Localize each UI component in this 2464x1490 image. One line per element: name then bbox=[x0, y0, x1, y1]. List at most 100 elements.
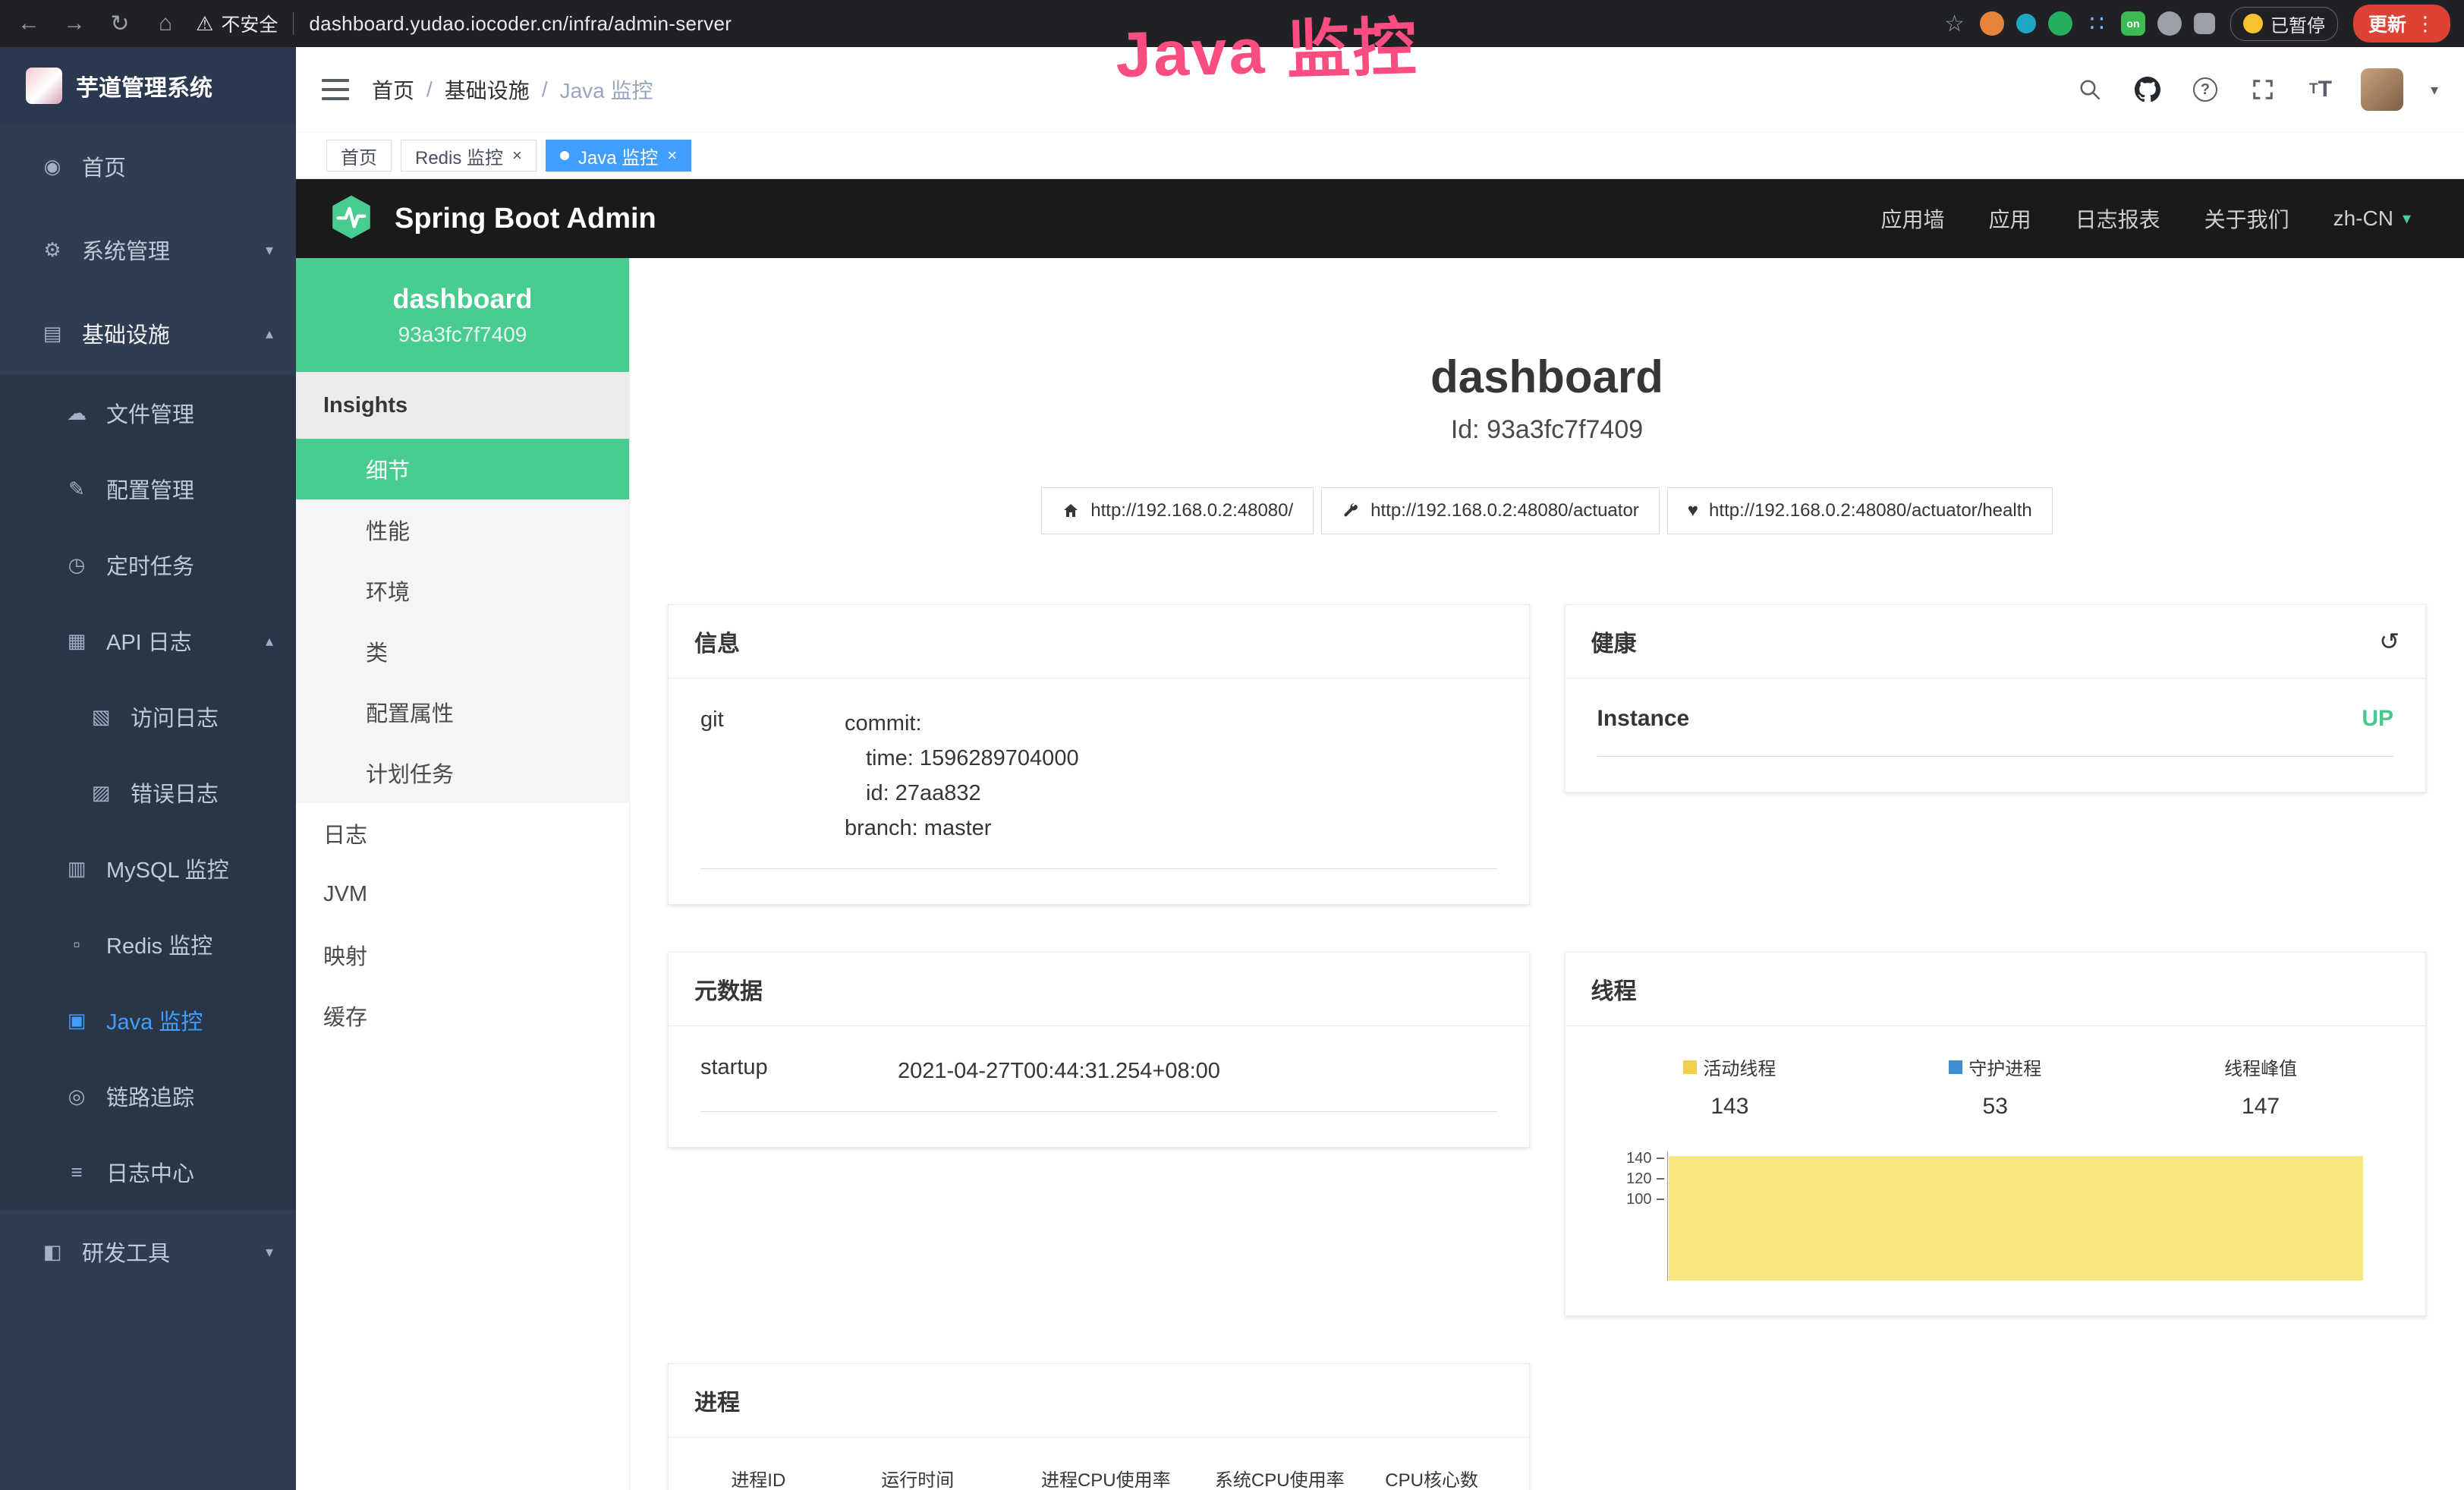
wrench-icon bbox=[1342, 502, 1360, 520]
breadcrumb-home[interactable]: 首页 bbox=[372, 74, 414, 105]
forward-icon[interactable]: → bbox=[59, 11, 90, 36]
sidebar-item-link-tracing[interactable]: ◎ 链路追踪 bbox=[0, 1058, 296, 1134]
site-security-chip[interactable]: ⚠ 不安全 bbox=[196, 10, 278, 37]
sba-menu-details[interactable]: 细节 bbox=[296, 439, 629, 499]
health-card: 健康 ↺ Instance UP bbox=[1565, 604, 2427, 792]
bookmark-star-icon[interactable]: ☆ bbox=[1944, 11, 1965, 37]
sidebar-item-infrastructure[interactable]: ▤ 基础设施 ▴ bbox=[0, 291, 296, 375]
sba-menu-metrics[interactable]: 性能 bbox=[296, 499, 629, 560]
eye-icon: ◎ bbox=[64, 1085, 90, 1108]
instance-link-actuator[interactable]: http://192.168.0.2:48080/actuator bbox=[1321, 487, 1660, 534]
search-icon[interactable] bbox=[2072, 72, 2107, 107]
tab-home[interactable]: 首页 bbox=[326, 140, 392, 172]
user-avatar[interactable] bbox=[2361, 68, 2403, 111]
sba-menu-beans[interactable]: 类 bbox=[296, 621, 629, 682]
layers-icon: ▫ bbox=[64, 933, 90, 956]
close-icon[interactable]: × bbox=[512, 147, 522, 164]
extensions-puzzle-icon[interactable] bbox=[2194, 13, 2215, 34]
tab-redis-monitor[interactable]: Redis 监控 × bbox=[401, 140, 537, 172]
app-header: 首页 / 基础设施 / Java 监控 ? TT ▾ bbox=[296, 47, 2464, 132]
card-title: 健康 bbox=[1591, 625, 1637, 658]
sba-menu-logging[interactable]: 日志 bbox=[296, 803, 629, 864]
database-icon: ▥ bbox=[64, 857, 90, 880]
threads-legend: 活动线程 143 守护进程 53 线程峰值 147 bbox=[1597, 1054, 2394, 1120]
process-table: 进程ID 5261 运行时间 6d 23h 15m 59s 进程CPU使用率 0… bbox=[700, 1465, 1497, 1490]
sba-nav-wall[interactable]: 应用墙 bbox=[1881, 203, 1945, 234]
app-logo[interactable]: 芋道管理系统 bbox=[0, 47, 296, 124]
link-url: http://192.168.0.2:48080/ bbox=[1090, 500, 1293, 521]
fullscreen-icon[interactable] bbox=[2245, 72, 2280, 107]
sidebar-item-access-logs[interactable]: ▧ 访问日志 bbox=[0, 679, 296, 754]
home-icon[interactable]: ⌂ bbox=[150, 11, 181, 36]
sba-menu-mappings[interactable]: 映射 bbox=[296, 925, 629, 985]
help-icon[interactable]: ? bbox=[2188, 72, 2223, 107]
sidebar-item-label: API 日志 bbox=[106, 625, 192, 657]
sba-menu-config-properties[interactable]: 配置属性 bbox=[296, 682, 629, 742]
sidebar-item-log-center[interactable]: ≡ 日志中心 bbox=[0, 1134, 296, 1210]
tab-java-monitor[interactable]: Java 监控 × bbox=[546, 140, 691, 172]
hamburger-icon[interactable] bbox=[322, 79, 349, 100]
sba-locale-select[interactable]: zh-CN ▾ bbox=[2333, 206, 2411, 231]
menu-kebab-icon[interactable]: ⋮ bbox=[2415, 12, 2435, 36]
extensions-row: ∷ on bbox=[1980, 11, 2215, 36]
chrome-update-button[interactable]: 更新 ⋮ bbox=[2353, 5, 2450, 43]
toolbox-icon: ◧ bbox=[39, 1240, 65, 1264]
sidebar-item-label: 错误日志 bbox=[131, 777, 219, 808]
y-tick-label: 120 bbox=[1626, 1170, 1651, 1188]
sidebar-item-file-management[interactable]: ☁ 文件管理 bbox=[0, 375, 296, 451]
page-subtitle: Id: 93a3fc7f7409 bbox=[630, 415, 2464, 445]
divider bbox=[293, 12, 294, 35]
sidebar-item-scheduled-tasks[interactable]: ◷ 定时任务 bbox=[0, 527, 296, 603]
sidebar-item-mysql-monitor[interactable]: ▥ MySQL 监控 bbox=[0, 830, 296, 906]
legend-yellow-swatch bbox=[1683, 1060, 1697, 1074]
instance-link-health[interactable]: ♥ http://192.168.0.2:48080/actuator/heal… bbox=[1667, 487, 2053, 534]
github-icon[interactable] bbox=[2130, 72, 2165, 107]
breadcrumb-infrastructure[interactable]: 基础设施 bbox=[445, 74, 530, 105]
font-size-icon[interactable]: TT bbox=[2303, 72, 2338, 107]
extension-icon[interactable] bbox=[1980, 11, 2004, 36]
column-header: CPU核心数 bbox=[1367, 1465, 1497, 1490]
instance-link-root[interactable]: http://192.168.0.2:48080/ bbox=[1041, 487, 1314, 534]
history-icon[interactable]: ↺ bbox=[2379, 627, 2399, 656]
sidebar-item-redis-monitor[interactable]: ▫ Redis 监控 bbox=[0, 906, 296, 982]
sba-menu-environment[interactable]: 环境 bbox=[296, 560, 629, 621]
git-commit-time: time: 1596289704000 bbox=[845, 741, 1497, 776]
health-instance-row[interactable]: Instance UP bbox=[1597, 706, 2394, 757]
info-value: commit: time: 1596289704000 id: 27aa832 … bbox=[845, 706, 1497, 846]
sidebar-item-api-logs[interactable]: ▦ API 日志 ▴ bbox=[0, 603, 296, 679]
address-url[interactable]: dashboard.yudao.iocoder.cn/infra/admin-s… bbox=[309, 12, 732, 36]
sba-menu-root-items: 日志 JVM 映射 缓存 bbox=[296, 803, 629, 1046]
legend-daemon-threads: 守护进程 53 bbox=[1862, 1054, 2128, 1120]
chevron-down-icon: ▾ bbox=[266, 1243, 273, 1262]
extension-icon[interactable]: on bbox=[2121, 11, 2145, 36]
chevron-down-icon[interactable]: ▾ bbox=[2431, 80, 2438, 99]
sba-menu-group-items: 细节 性能 环境 类 配置属性 计划任务 bbox=[296, 439, 629, 803]
extension-icon[interactable] bbox=[2016, 14, 2036, 33]
sidebar-item-config-management[interactable]: ✎ 配置管理 bbox=[0, 451, 296, 527]
infrastructure-icon: ▤ bbox=[39, 322, 65, 345]
sidebar-item-system-management[interactable]: ⚙ 系统管理 ▾ bbox=[0, 208, 296, 291]
sba-menu-scheduled-tasks[interactable]: 计划任务 bbox=[296, 742, 629, 803]
git-commit-label: commit: bbox=[845, 706, 1497, 741]
sidebar-item-dev-tools[interactable]: ◧ 研发工具 ▾ bbox=[0, 1210, 296, 1293]
edit-icon: ✎ bbox=[64, 477, 90, 501]
sba-nav-applications[interactable]: 应用 bbox=[1989, 203, 2031, 234]
sba-nav-journal[interactable]: 日志报表 bbox=[2075, 203, 2160, 234]
sidebar-item-label: Java 监控 bbox=[106, 1004, 203, 1036]
reload-icon[interactable]: ↻ bbox=[105, 11, 135, 37]
back-icon[interactable]: ← bbox=[14, 11, 44, 36]
sba-nav-about[interactable]: 关于我们 bbox=[2204, 203, 2289, 234]
legend-label: 活动线程 bbox=[1703, 1054, 1776, 1080]
profile-paused-badge[interactable]: 已暂停 bbox=[2230, 7, 2338, 41]
sidebar-item-error-logs[interactable]: ▨ 错误日志 bbox=[0, 754, 296, 830]
sba-instance-header[interactable]: dashboard 93a3fc7f7409 bbox=[296, 258, 629, 372]
sidebar-item-java-monitor[interactable]: ▣ Java 监控 bbox=[0, 982, 296, 1058]
sba-menu-jvm[interactable]: JVM bbox=[296, 864, 629, 925]
sba-menu-caches[interactable]: 缓存 bbox=[296, 985, 629, 1046]
gear-icon: ⚙ bbox=[39, 238, 65, 262]
close-icon[interactable]: × bbox=[667, 147, 677, 164]
extension-icon[interactable] bbox=[2157, 11, 2182, 36]
sidebar-item-home[interactable]: ◉ 首页 bbox=[0, 124, 296, 208]
extension-icon[interactable] bbox=[2048, 11, 2072, 36]
extension-icon[interactable]: ∷ bbox=[2085, 11, 2109, 36]
